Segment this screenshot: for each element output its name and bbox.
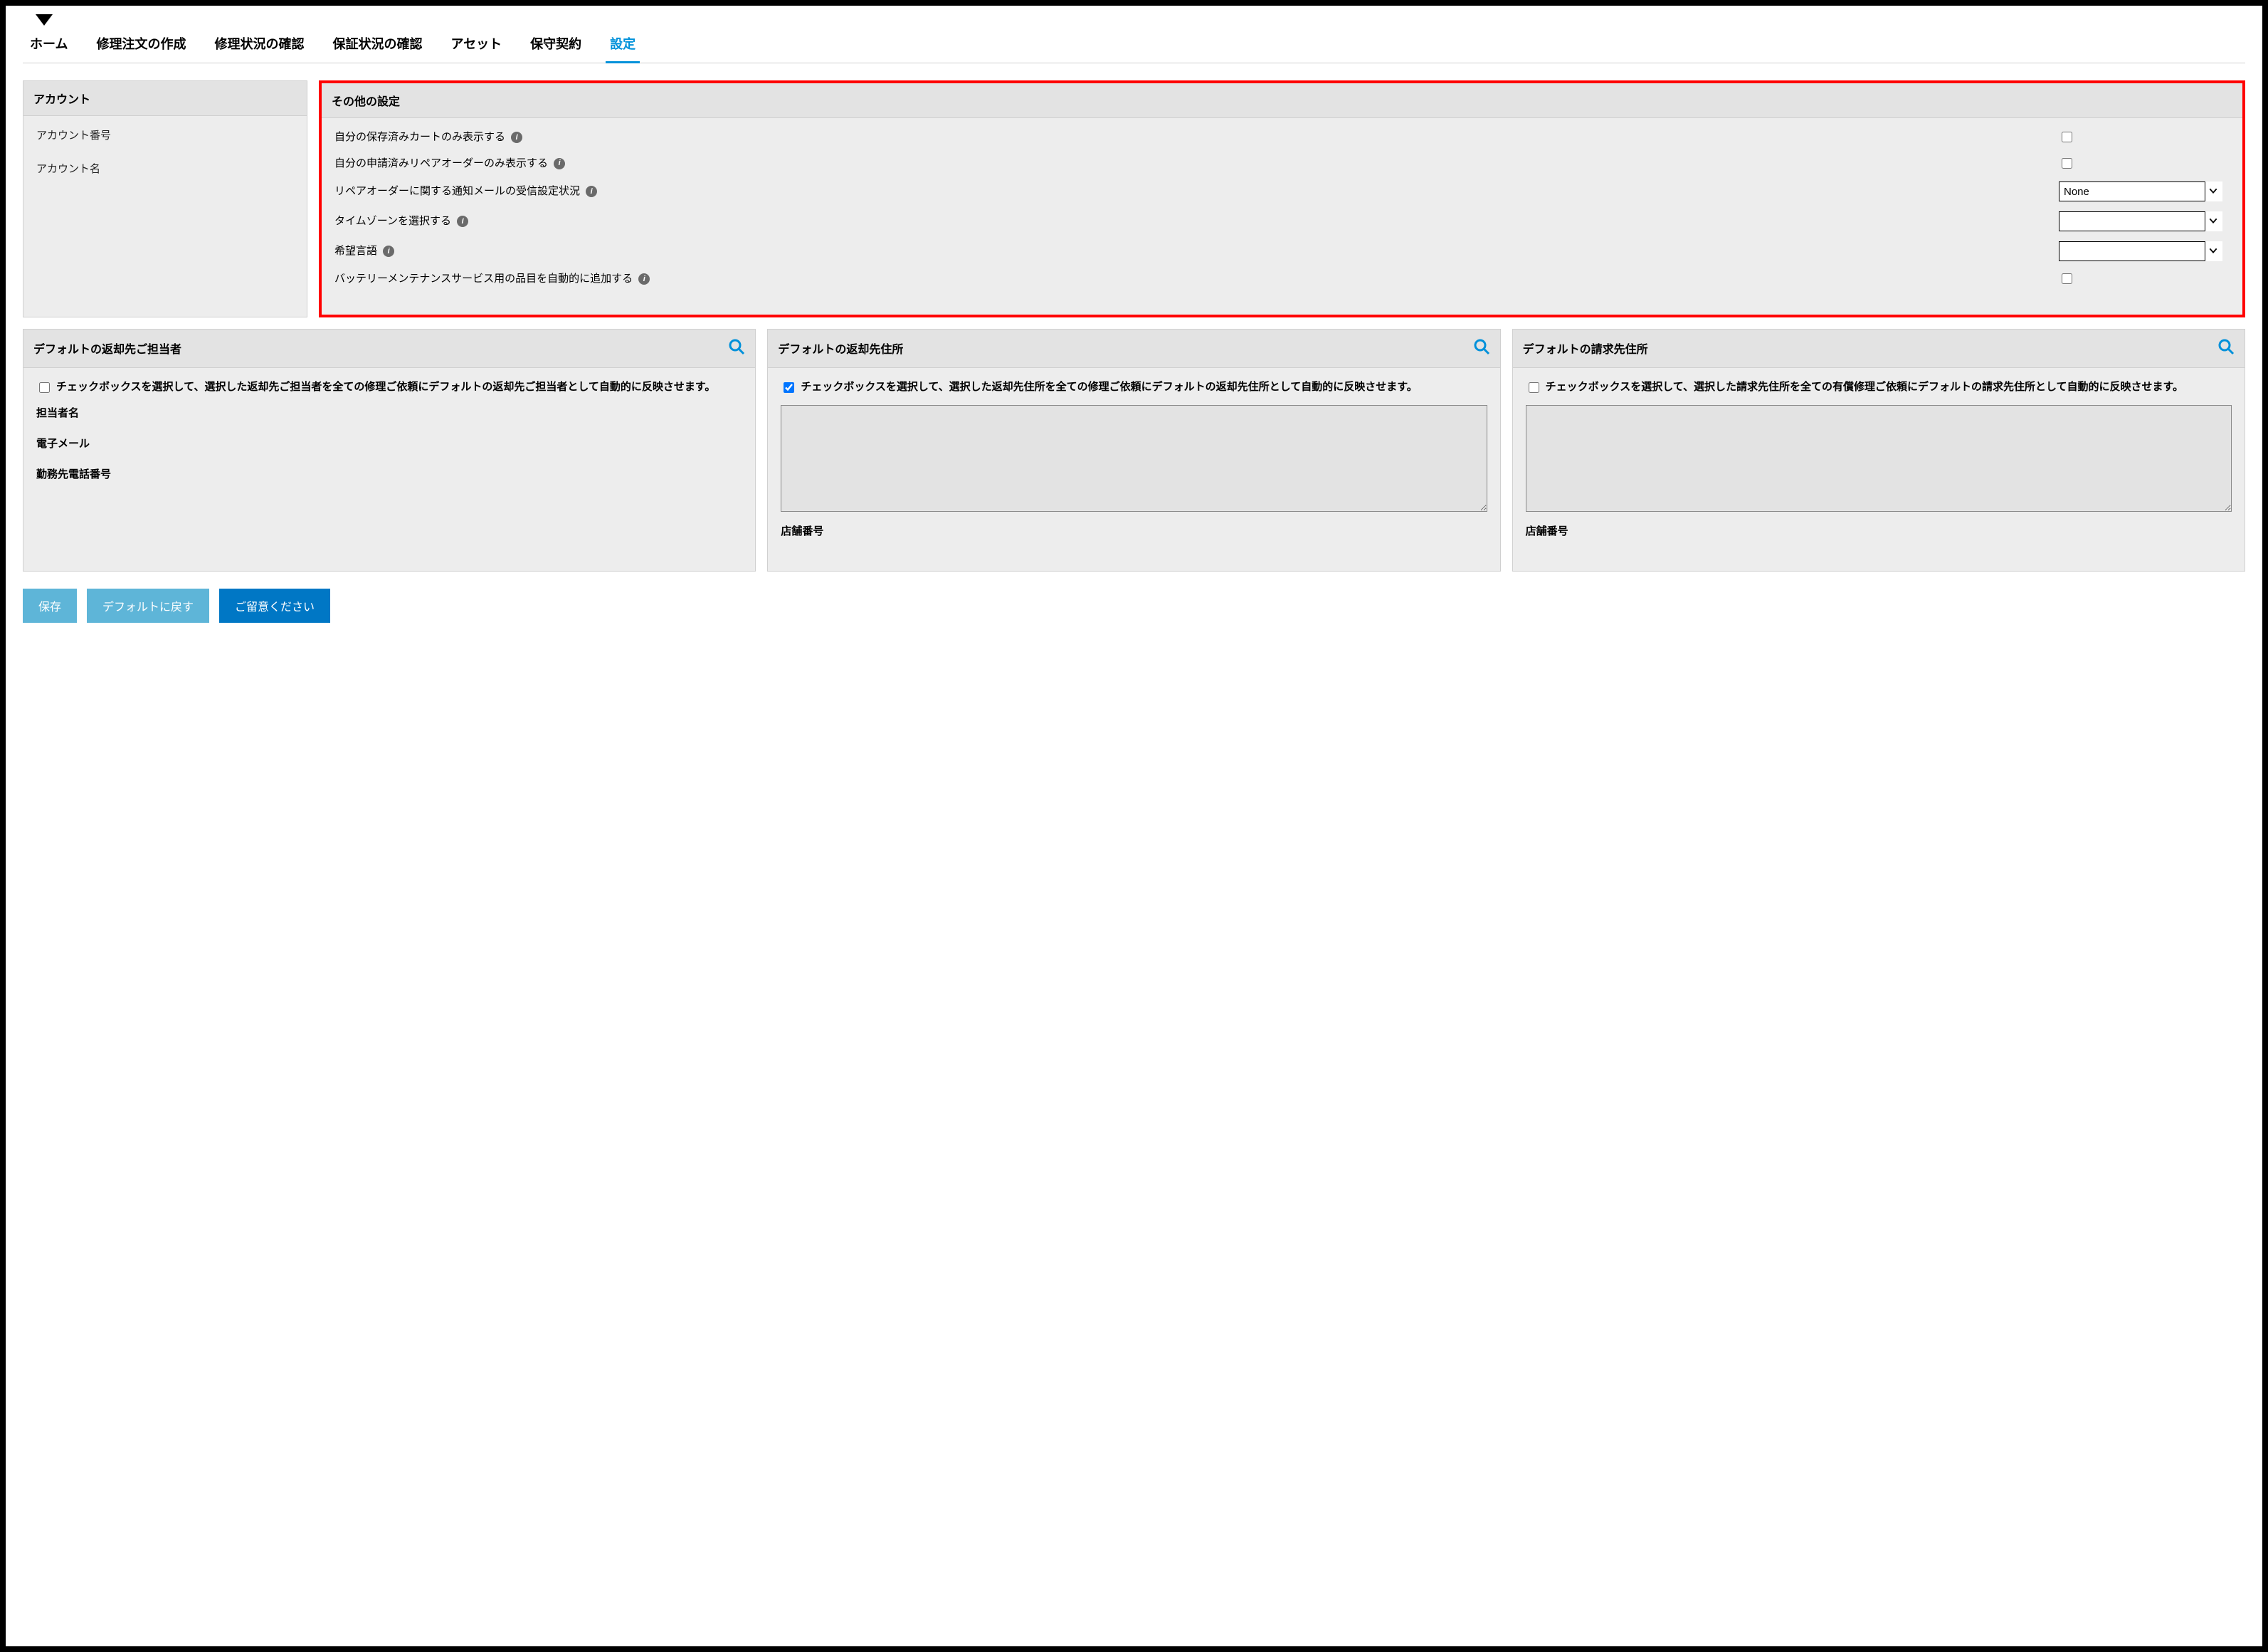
timezone-select[interactable] [2059, 211, 2222, 231]
search-icon[interactable] [728, 338, 745, 359]
action-bar: 保存 デフォルトに戻す ご留意ください [23, 589, 2245, 623]
search-icon[interactable] [1473, 338, 1490, 359]
tab-assets[interactable]: アセット [446, 27, 506, 63]
save-button[interactable]: 保存 [23, 589, 77, 623]
battery-checkbox[interactable] [2062, 273, 2072, 284]
account-panel: アカウント アカウント番号 アカウント名 [23, 80, 307, 317]
return-store-number-label: 店舗番号 [781, 523, 1487, 538]
default-billing-address-panel: デフォルトの請求先住所 チェックボックスを選択して、選択した請求先住所を全ての有… [1512, 329, 2245, 572]
own-orders-label: 自分の申請済みリペアオーダーのみ表示する [334, 157, 548, 169]
contact-name-label: 担当者名 [36, 405, 742, 420]
return-contact-desc: チェックボックスを選択して、選択した返却先ご担当者を全ての修理ご依頼にデフォルト… [56, 379, 715, 396]
info-icon[interactable]: i [586, 186, 597, 197]
return-address-textarea[interactable] [781, 405, 1487, 512]
default-return-contact-title: デフォルトの返却先ご担当者 [33, 340, 181, 357]
tab-warranty-status[interactable]: 保証状況の確認 [328, 27, 426, 63]
account-number-label: アカウント番号 [36, 127, 294, 142]
return-contact-checkbox[interactable] [39, 382, 50, 393]
billing-address-checkbox[interactable] [1529, 382, 1539, 393]
return-address-checkbox[interactable] [784, 382, 794, 393]
billing-address-textarea[interactable] [1526, 405, 2232, 512]
tab-create-repair-order[interactable]: 修理注文の作成 [92, 27, 190, 63]
notify-select[interactable]: None [2059, 181, 2222, 201]
language-label: 希望言語 [334, 245, 377, 257]
info-icon[interactable]: i [638, 273, 650, 285]
reset-defaults-button[interactable]: デフォルトに戻す [87, 589, 209, 623]
info-icon[interactable]: i [383, 246, 394, 257]
timezone-label: タイムゾーンを選択する [334, 215, 451, 227]
billing-address-desc: チェックボックスを選択して、選択した請求先住所を全ての有償修理ご依頼にデフォルト… [1546, 379, 2183, 396]
tab-settings[interactable]: 設定 [606, 27, 640, 63]
own-orders-checkbox[interactable] [2062, 158, 2072, 169]
work-phone-label: 勤務先電話番号 [36, 466, 742, 481]
info-icon[interactable]: i [511, 132, 522, 143]
return-address-desc: チェックボックスを選択して、選択した返却先住所を全ての修理ご依頼にデフォルトの返… [801, 379, 1417, 396]
tab-home[interactable]: ホーム [26, 27, 72, 63]
default-billing-address-title: デフォルトの請求先住所 [1523, 340, 1648, 357]
language-select[interactable] [2059, 241, 2222, 261]
email-label: 電子メール [36, 436, 742, 451]
notify-label: リペアオーダーに関する通知メールの受信設定状況 [334, 185, 580, 197]
nav-tabs: ホーム 修理注文の作成 修理状況の確認 保証状況の確認 アセット 保守契約 設定 [23, 27, 2245, 63]
other-settings-title: その他の設定 [322, 83, 2242, 118]
default-return-contact-panel: デフォルトの返却先ご担当者 チェックボックスを選択して、選択した返却先ご担当者を… [23, 329, 756, 572]
billing-store-number-label: 店舗番号 [1526, 523, 2232, 538]
info-icon[interactable]: i [457, 216, 468, 227]
own-carts-checkbox[interactable] [2062, 132, 2072, 142]
default-return-address-panel: デフォルトの返却先住所 チェックボックスを選択して、選択した返却先住所を全ての修… [767, 329, 1500, 572]
default-return-address-title: デフォルトの返却先住所 [778, 340, 903, 357]
other-settings-panel: その他の設定 自分の保存済みカートのみ表示する i 自分の申請済みリペアオーダー… [319, 80, 2245, 317]
own-carts-label: 自分の保存済みカートのみ表示する [334, 131, 505, 143]
info-icon[interactable]: i [554, 158, 565, 169]
tab-maintenance-contract[interactable]: 保守契約 [526, 27, 586, 63]
account-panel-title: アカウント [23, 81, 307, 116]
please-note-button[interactable]: ご留意ください [219, 589, 330, 623]
dropdown-hint-arrow-icon [36, 14, 53, 26]
search-icon[interactable] [2217, 338, 2235, 359]
account-name-label: アカウント名 [36, 161, 294, 176]
app-frame: ホーム 修理注文の作成 修理状況の確認 保証状況の確認 アセット 保守契約 設定… [0, 0, 2268, 1652]
tab-repair-status[interactable]: 修理状況の確認 [210, 27, 308, 63]
battery-label: バッテリーメンテナンスサービス用の品目を自動的に追加する [334, 273, 633, 285]
